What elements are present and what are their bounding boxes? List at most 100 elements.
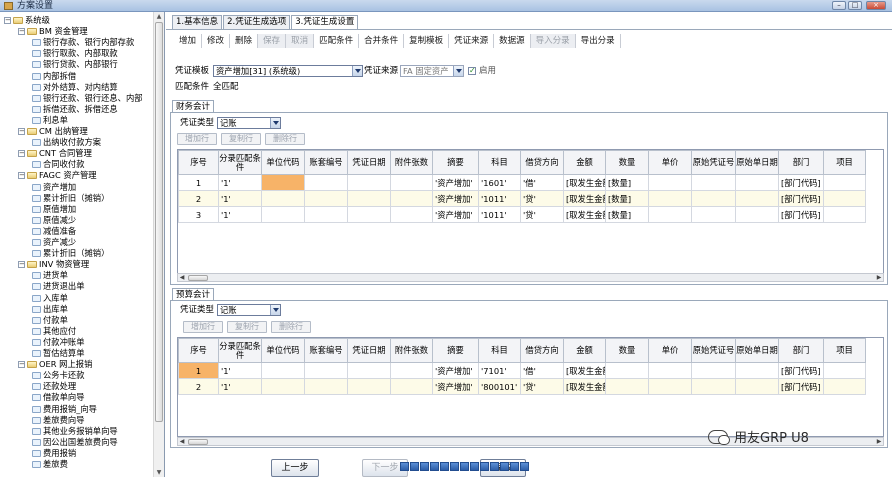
table-cell[interactable] xyxy=(390,378,433,395)
chevron-down-icon[interactable] xyxy=(270,118,280,128)
budget-tab[interactable]: 预算会计 xyxy=(172,288,215,300)
column-header[interactable]: 凭证日期 xyxy=(347,150,391,175)
taskbar-icon[interactable] xyxy=(450,462,459,471)
tree-node[interactable]: 内部拆借 xyxy=(32,71,76,82)
table-cell[interactable] xyxy=(735,174,779,191)
tree-node[interactable]: 银行取款、内部取款 xyxy=(32,48,118,59)
table-cell[interactable]: '800101' xyxy=(478,378,521,395)
table-cell[interactable]: [部门代码] xyxy=(778,190,824,207)
toolbar-button[interactable]: 取消 xyxy=(286,34,315,48)
taskbar-icon[interactable] xyxy=(460,462,469,471)
table-cell[interactable]: '1011' xyxy=(478,206,521,223)
column-header[interactable]: 摘要 xyxy=(432,150,479,175)
table-cell[interactable] xyxy=(648,362,692,379)
table-row[interactable]: 1'1' '资产增加''1601''借'[取发生金额[数量] [部门代码] xyxy=(178,174,866,191)
column-header[interactable]: 金额 xyxy=(563,150,606,175)
taskbar-icon[interactable] xyxy=(440,462,449,471)
tree-node[interactable]: 拆借还款、拆借还息 xyxy=(32,104,118,115)
column-header[interactable]: 借贷方向 xyxy=(520,338,564,363)
table-cell[interactable] xyxy=(648,174,692,191)
tree-node[interactable]: − BM 资金管理 xyxy=(18,26,88,37)
tree-node[interactable]: 因公出国差旅费向导 xyxy=(32,437,118,448)
table-cell[interactable]: '资产增加' xyxy=(432,206,479,223)
table-cell[interactable]: [取发生金额 xyxy=(563,174,606,191)
toolbar-button[interactable]: 合并条件 xyxy=(359,34,405,48)
table-cell[interactable] xyxy=(304,362,348,379)
tree-node[interactable]: − OER 网上报销 xyxy=(18,359,92,370)
table-cell[interactable]: '1' xyxy=(218,206,262,223)
tree-node[interactable]: 对外结算、对内结算 xyxy=(32,82,118,93)
table-cell[interactable]: '贷' xyxy=(520,378,564,395)
taskbar-icon[interactable] xyxy=(430,462,439,471)
table-cell[interactable] xyxy=(823,174,866,191)
tree-node[interactable]: 付款单 xyxy=(32,315,68,326)
collapse-icon[interactable]: − xyxy=(18,261,25,269)
tree-node[interactable]: 差旅费 xyxy=(32,459,68,470)
table-cell[interactable] xyxy=(648,190,692,207)
table-cell[interactable] xyxy=(648,378,692,395)
column-header[interactable]: 账套编号 xyxy=(304,150,348,175)
tab-basic-info[interactable]: 1.基本信息 xyxy=(172,15,223,29)
tree-node[interactable]: 原值增加 xyxy=(32,204,76,215)
collapse-icon[interactable]: − xyxy=(18,150,25,158)
column-header[interactable]: 科目 xyxy=(478,150,521,175)
finance-delete-row-button[interactable]: 删除行 xyxy=(265,133,305,145)
table-cell[interactable] xyxy=(347,362,391,379)
collapse-icon[interactable]: − xyxy=(18,28,25,36)
table-cell[interactable] xyxy=(823,378,866,395)
tree-node[interactable]: 减值准备 xyxy=(32,226,76,237)
table-cell[interactable] xyxy=(304,378,348,395)
table-cell[interactable] xyxy=(304,190,348,207)
table-cell[interactable] xyxy=(261,174,305,191)
table-cell[interactable] xyxy=(735,362,779,379)
table-cell[interactable]: [数量] xyxy=(605,190,649,207)
table-cell[interactable]: '1601' xyxy=(478,174,521,191)
scroll-up-icon[interactable]: ▲ xyxy=(154,12,164,21)
scroll-right-icon[interactable]: ▶ xyxy=(875,274,883,281)
table-cell[interactable]: '借' xyxy=(520,174,564,191)
tree-node[interactable]: 银行还款、银行还息、内部 xyxy=(32,93,143,104)
column-header[interactable]: 单价 xyxy=(648,150,692,175)
column-header[interactable]: 原始单日期 xyxy=(735,150,779,175)
table-cell[interactable]: [部门代码] xyxy=(778,378,824,395)
taskbar-icon[interactable] xyxy=(420,462,429,471)
column-header[interactable]: 序号 xyxy=(178,150,219,175)
toolbar-button[interactable]: 导入分录 xyxy=(530,34,576,48)
table-cell[interactable] xyxy=(605,362,649,379)
source-combo[interactable]: FA 固定资产 xyxy=(400,65,464,77)
table-row[interactable]: 3'1' '资产增加''1011''贷'[取发生金额[数量] [部门代码] xyxy=(178,206,866,223)
column-header[interactable]: 分录匹配条件 xyxy=(218,338,262,363)
table-cell[interactable] xyxy=(691,362,736,379)
table-cell[interactable]: [数量] xyxy=(605,206,649,223)
table-row[interactable]: 1'1' '资产增加''7101''借'[取发生金额 [部门代码] xyxy=(178,362,866,379)
table-cell[interactable] xyxy=(390,362,433,379)
column-header[interactable]: 单位代码 xyxy=(261,338,305,363)
minimize-button[interactable]: – xyxy=(832,1,846,10)
taskbar-icon[interactable] xyxy=(480,462,489,471)
table-cell[interactable] xyxy=(390,174,433,191)
collapse-icon[interactable]: − xyxy=(18,361,25,369)
table-cell[interactable] xyxy=(347,190,391,207)
close-button[interactable]: × xyxy=(866,1,886,10)
toolbar-button[interactable]: 修改 xyxy=(202,34,231,48)
column-header[interactable]: 原始凭证号 xyxy=(691,338,736,363)
tree-node[interactable]: 还款处理 xyxy=(32,381,76,392)
table-cell[interactable] xyxy=(691,378,736,395)
table-cell[interactable]: [取发生金额 xyxy=(563,206,606,223)
template-combo[interactable]: 资产增加[31] (系统级) xyxy=(213,65,363,77)
tree-node[interactable]: 付款冲账单 xyxy=(32,337,85,348)
taskbar-icon[interactable] xyxy=(470,462,479,471)
column-header[interactable]: 附件张数 xyxy=(390,150,433,175)
table-cell[interactable]: [部门代码] xyxy=(778,362,824,379)
table-cell[interactable]: '1' xyxy=(218,174,262,191)
tree-node[interactable]: 银行贷款、内部银行 xyxy=(32,59,118,70)
table-cell[interactable]: [取发生金额 xyxy=(563,190,606,207)
tree-node[interactable]: − CM 出纳管理 xyxy=(18,126,88,137)
tab-voucher-settings[interactable]: 3.凭证生成设置 xyxy=(291,15,359,30)
tree-node[interactable]: 其他业务报销单向导 xyxy=(32,426,118,437)
finance-tab[interactable]: 财务会计 xyxy=(172,100,215,112)
table-cell[interactable] xyxy=(823,190,866,207)
table-cell[interactable] xyxy=(304,206,348,223)
tab-voucher-options[interactable]: 2.凭证生成选项 xyxy=(223,15,291,29)
column-header[interactable]: 借贷方向 xyxy=(520,150,564,175)
